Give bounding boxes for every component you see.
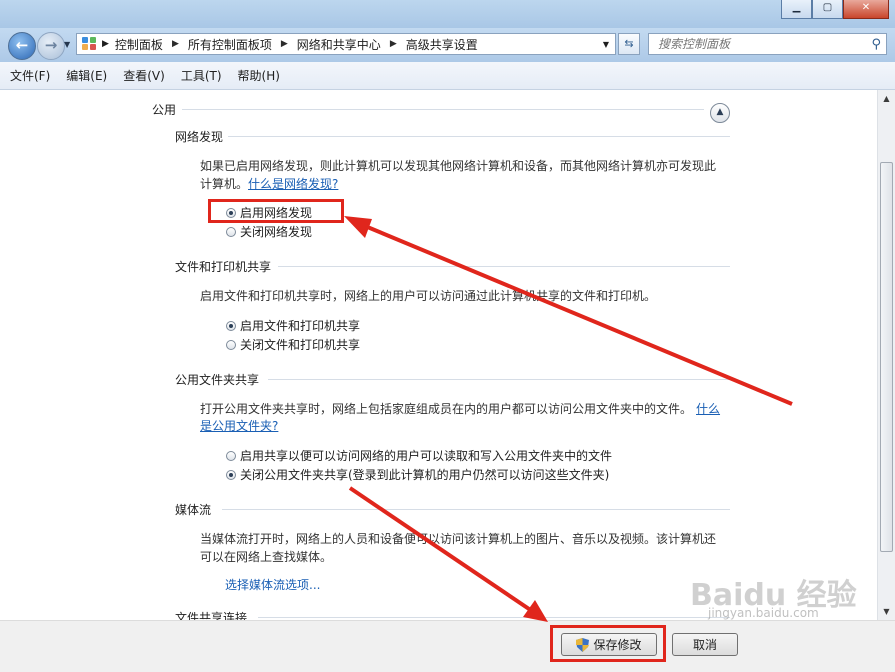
annotation-arrowhead [523, 600, 548, 622]
annotation-arrow-line [348, 486, 534, 613]
annotation-arrow-line [364, 224, 793, 406]
annotation-arrows [344, 216, 793, 622]
annotation-arrowhead [344, 216, 372, 238]
